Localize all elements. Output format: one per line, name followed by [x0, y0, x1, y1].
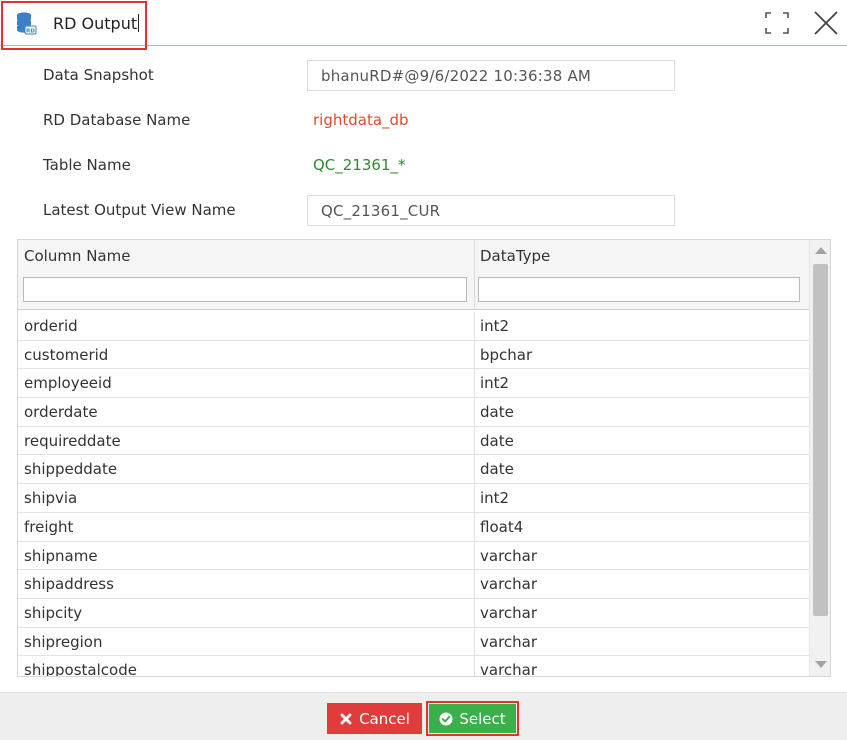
cell-datatype: varchar [480, 575, 538, 594]
cell-column-name: orderdate [24, 403, 98, 422]
grid-header: Column Name DataType [18, 240, 809, 310]
column-header-column-name[interactable]: Column Name [18, 240, 474, 272]
close-icon [340, 713, 352, 724]
table-name-value: QC_21361_* [313, 156, 406, 174]
dialog-title: RD Output [53, 14, 140, 33]
table-row[interactable]: freight float4 [18, 512, 809, 542]
cell-column-name: shippeddate [24, 460, 118, 479]
cell-column-name: shipcity [24, 603, 83, 622]
cell-datatype: date [480, 460, 514, 479]
cell-column-name: freight [24, 517, 74, 536]
cancel-button[interactable]: Cancel [327, 703, 422, 734]
cell-datatype: float4 [480, 517, 524, 536]
cell-column-name: orderid [24, 317, 78, 335]
db-name-label: RD Database Name [43, 111, 191, 129]
table-row[interactable]: employeeid int2 [18, 369, 809, 399]
cell-column-name: shipaddress [24, 575, 114, 594]
view-name-field[interactable]: QC_21361_CUR [307, 195, 675, 226]
cell-column-name: employeeid [24, 374, 112, 393]
columns-grid: Column Name DataType orderid int2 customer… [17, 239, 831, 677]
svg-text:RD: RD [26, 29, 35, 35]
check-circle-icon [439, 712, 453, 725]
cell-column-name: shipregion [24, 632, 103, 651]
table-row[interactable]: shipname varchar [18, 541, 809, 571]
cell-datatype: varchar [480, 661, 538, 677]
table-row[interactable]: shippostalcode varchar [18, 656, 809, 677]
grid-scrollbar[interactable] [809, 240, 830, 676]
table-row[interactable]: customerid bpchar [18, 340, 809, 370]
select-label: Select [459, 709, 506, 728]
database-icon: RD [17, 12, 37, 35]
scroll-thumb[interactable] [813, 264, 828, 616]
grid-body: orderid int2 customerid bpchar employeeid int… [18, 312, 809, 677]
scroll-down-icon[interactable] [815, 661, 827, 668]
table-row[interactable]: shipvia int2 [18, 484, 809, 513]
cell-column-name: requireddate [24, 431, 121, 450]
table-row[interactable]: shipregion varchar [18, 627, 809, 657]
column-header-datatype[interactable]: DataType [474, 240, 809, 272]
cell-datatype: varchar [480, 603, 538, 622]
cell-datatype: int2 [480, 489, 510, 508]
select-button[interactable]: Select [429, 704, 516, 733]
maximize-icon[interactable] [765, 12, 789, 34]
db-name-value: rightdata_db [313, 111, 409, 129]
cell-column-name: shippostalcode [24, 661, 137, 677]
cancel-label: Cancel [359, 709, 410, 728]
column-name-filter-input[interactable] [23, 277, 467, 302]
dialog-footer: Cancel Select [0, 692, 847, 740]
cell-column-name: shipvia [24, 489, 78, 508]
cell-datatype: int2 [480, 374, 510, 393]
view-name-label: Latest Output View Name [43, 201, 236, 219]
data-snapshot-label: Data Snapshot [43, 66, 154, 84]
cell-datatype: date [480, 403, 514, 422]
cell-datatype: date [480, 431, 514, 450]
table-row[interactable]: shippeddate date [18, 455, 809, 485]
cell-datatype: varchar [480, 546, 538, 565]
title-highlight: RD RD Output [1, 1, 147, 50]
dialog-header: RD RD Output [0, 0, 847, 50]
table-row[interactable]: shipcity varchar [18, 598, 809, 628]
close-icon[interactable] [813, 10, 839, 36]
table-row[interactable]: shipaddress varchar [18, 570, 809, 599]
table-row[interactable]: requireddate date [18, 426, 809, 456]
cell-datatype: varchar [480, 632, 538, 651]
cell-column-name: shipname [24, 546, 98, 565]
data-snapshot-field[interactable]: bhanuRD#@9/6/2022 10:36:38 AM [307, 60, 675, 91]
table-name-label: Table Name [43, 156, 131, 174]
table-row[interactable]: orderid int2 [18, 312, 809, 341]
table-row[interactable]: orderdate date [18, 398, 809, 427]
cell-column-name: customerid [24, 345, 109, 364]
cell-datatype: int2 [480, 317, 510, 335]
datatype-filter-input[interactable] [478, 277, 800, 302]
cell-datatype: bpchar [480, 345, 533, 364]
scroll-up-icon[interactable] [815, 247, 827, 254]
